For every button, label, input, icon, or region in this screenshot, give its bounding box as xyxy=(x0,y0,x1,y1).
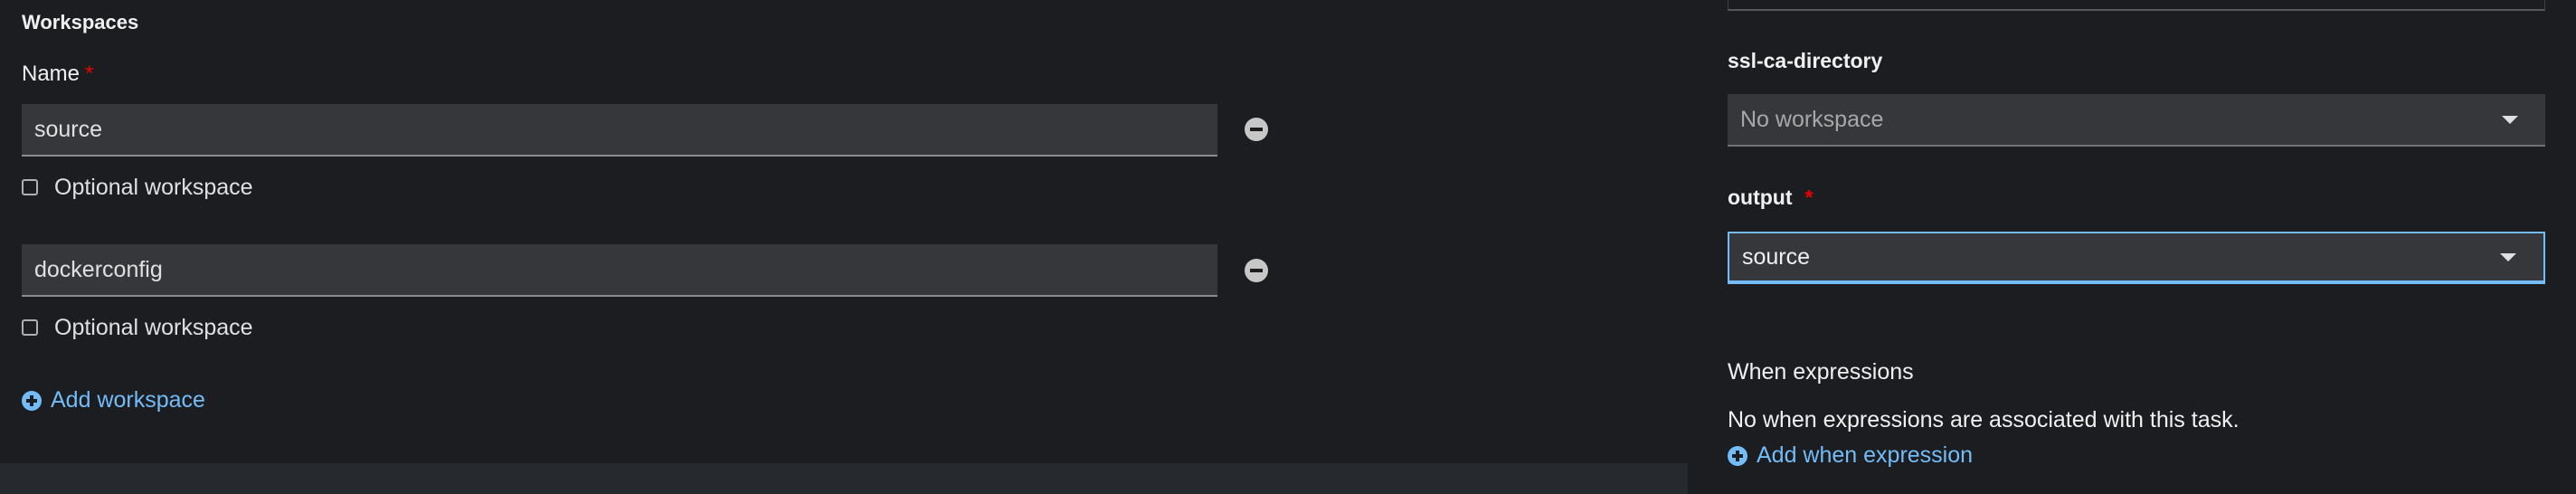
required-indicator: * xyxy=(85,62,94,86)
optional-workspace-row: Optional workspace xyxy=(22,315,253,340)
when-expressions-title: When expressions xyxy=(1728,359,1914,385)
workspaces-panel: Workspaces Name* Optional workspace Opti… xyxy=(0,0,1688,494)
caret-down-icon xyxy=(2502,116,2518,124)
workspaces-title: Workspaces xyxy=(22,11,139,33)
ssl-ca-directory-label: ssl-ca-directory xyxy=(1728,49,1883,72)
remove-workspace-icon[interactable] xyxy=(1245,118,1268,141)
ssl-ca-directory-select[interactable]: No workspace xyxy=(1728,94,2545,147)
output-label: output * xyxy=(1728,185,1813,210)
footer-bar xyxy=(0,463,1688,494)
add-workspace-label: Add workspace xyxy=(51,387,205,413)
add-when-expression-button[interactable]: Add when expression xyxy=(1728,442,1973,469)
add-workspace-button[interactable]: Add workspace xyxy=(22,387,205,413)
previous-field-edge xyxy=(1728,0,2545,11)
remove-workspace-icon[interactable] xyxy=(1245,259,1268,282)
name-label-text: Name xyxy=(22,62,80,86)
optional-workspace-checkbox[interactable] xyxy=(22,179,38,195)
plus-circle-icon xyxy=(1728,445,1747,466)
name-label: Name * xyxy=(22,62,93,87)
optional-workspace-label: Optional workspace xyxy=(54,174,253,200)
add-when-expression-label: Add when expression xyxy=(1757,442,1974,468)
output-value: source xyxy=(1742,243,1811,270)
optional-workspace-checkbox[interactable] xyxy=(22,319,38,336)
required-indicator: * xyxy=(1804,185,1814,209)
ssl-ca-directory-value: No workspace xyxy=(1740,106,1884,132)
output-label-text: output xyxy=(1728,185,1793,209)
output-select[interactable]: source xyxy=(1728,232,2545,284)
optional-workspace-row: Optional workspace xyxy=(22,175,253,200)
workspace-name-input[interactable] xyxy=(22,104,1217,157)
caret-down-icon xyxy=(2500,253,2516,261)
optional-workspace-label: Optional workspace xyxy=(54,314,253,340)
plus-circle-icon xyxy=(22,390,42,411)
pipeline-builder: Workspaces Name* Optional workspace Opti… xyxy=(0,0,2576,494)
workspace-name-input[interactable] xyxy=(22,244,1217,297)
when-expressions-empty-text: No when expressions are associated with … xyxy=(1728,407,2240,432)
